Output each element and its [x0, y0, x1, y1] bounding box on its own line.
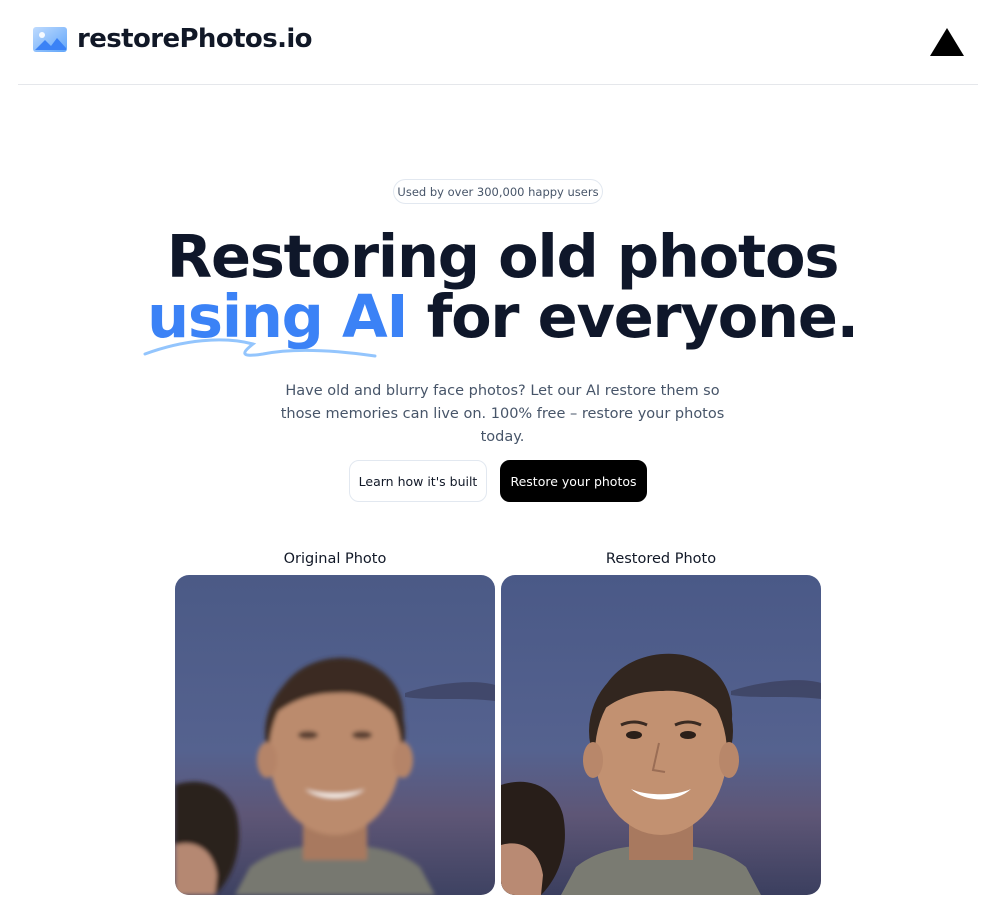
social-proof-badge: Used by over 300,000 happy users: [393, 179, 603, 204]
hero-title-rest: for everyone.: [407, 282, 859, 351]
restored-photo-label: Restored Photo: [605, 551, 717, 567]
original-photo-label: Original Photo: [283, 551, 387, 567]
site-header: restorePhotos.io: [18, 0, 978, 85]
restored-photo-image: [501, 575, 821, 895]
hero-title-line-2: using AI for everyone.: [0, 282, 1005, 358]
original-photo-image: [175, 575, 495, 895]
hero-title-highlight: using AI: [143, 282, 408, 358]
learn-how-built-button[interactable]: Learn how it's built: [349, 460, 487, 502]
brand-name: restorePhotos.io: [77, 24, 313, 54]
scribble-underline-decoration: [143, 338, 377, 358]
brand-logo-link[interactable]: restorePhotos.io: [32, 24, 313, 54]
image-photo-icon: [33, 27, 67, 52]
vercel-triangle-icon[interactable]: [929, 26, 965, 58]
hero-subtitle: Have old and blurry face photos? Let our…: [280, 383, 725, 445]
restore-photos-button[interactable]: Restore your photos: [500, 460, 647, 502]
